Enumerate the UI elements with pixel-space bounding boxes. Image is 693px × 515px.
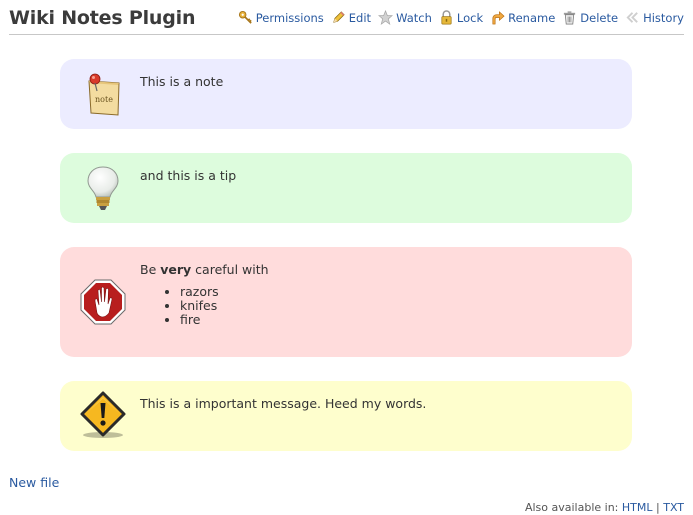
list-item: knifes [180,299,269,313]
stop-hand-icon [80,279,126,325]
footer-separator: | [656,501,660,514]
key-icon [238,10,252,24]
delete-label: Delete [580,10,619,25]
caution-content: Be very careful with razors knifes fire [140,262,269,327]
tip-box: and this is a tip [60,153,632,223]
txt-format-link[interactable]: TXT [663,501,684,514]
lightbulb-icon [87,166,119,210]
permissions-link[interactable]: Permissions [238,10,324,25]
rename-arrow-icon [492,11,505,25]
caution-emphasis: very [160,262,192,277]
note-box: note This is a note [60,59,632,129]
page-header: Wiki Notes Plugin Permissions Edit Watch [9,6,684,35]
watch-label: Watch [396,10,432,25]
edit-label: Edit [348,10,372,25]
tip-text: and this is a tip [140,168,237,183]
footer: Also available in: HTML | TXT [525,501,684,514]
note-paper-icon: note [88,73,120,116]
caution-box: Be very careful with razors knifes fire [60,247,632,357]
history-icon [626,12,638,23]
html-format-link[interactable]: HTML [622,501,653,514]
edit-link[interactable]: Edit [331,10,371,25]
lock-link[interactable]: Lock [439,10,483,25]
warning-text: This is a important message. Heed my wor… [140,396,427,411]
warning-icon [80,391,126,438]
rename-link[interactable]: Rename [490,10,555,25]
star-icon [378,10,394,25]
list-item: fire [180,313,269,327]
history-label: History [643,10,684,25]
delete-link[interactable]: Delete [562,10,618,25]
warning-box: This is a important message. Heed my wor… [60,381,632,451]
note-text: This is a note [140,74,224,89]
pencil-icon [333,11,345,23]
new-file-link[interactable]: New file [9,475,59,490]
footer-label: Also available in: [524,501,619,514]
lock-label: Lock [456,10,484,25]
caution-list: razors knifes fire [180,285,269,327]
note-icon-text: note [95,95,113,104]
watch-link[interactable]: Watch [378,10,432,25]
page-title: Wiki Notes Plugin [9,7,196,29]
list-item: razors [180,285,269,299]
lock-icon [441,10,452,25]
trash-icon [564,11,576,25]
caution-text: Be very careful with [140,262,269,277]
rename-label: Rename [508,10,556,25]
history-link[interactable]: History [625,10,684,25]
page-actions: Permissions Edit Watch Lock Rename Delet… [231,10,684,25]
permissions-label: Permissions [255,10,324,25]
